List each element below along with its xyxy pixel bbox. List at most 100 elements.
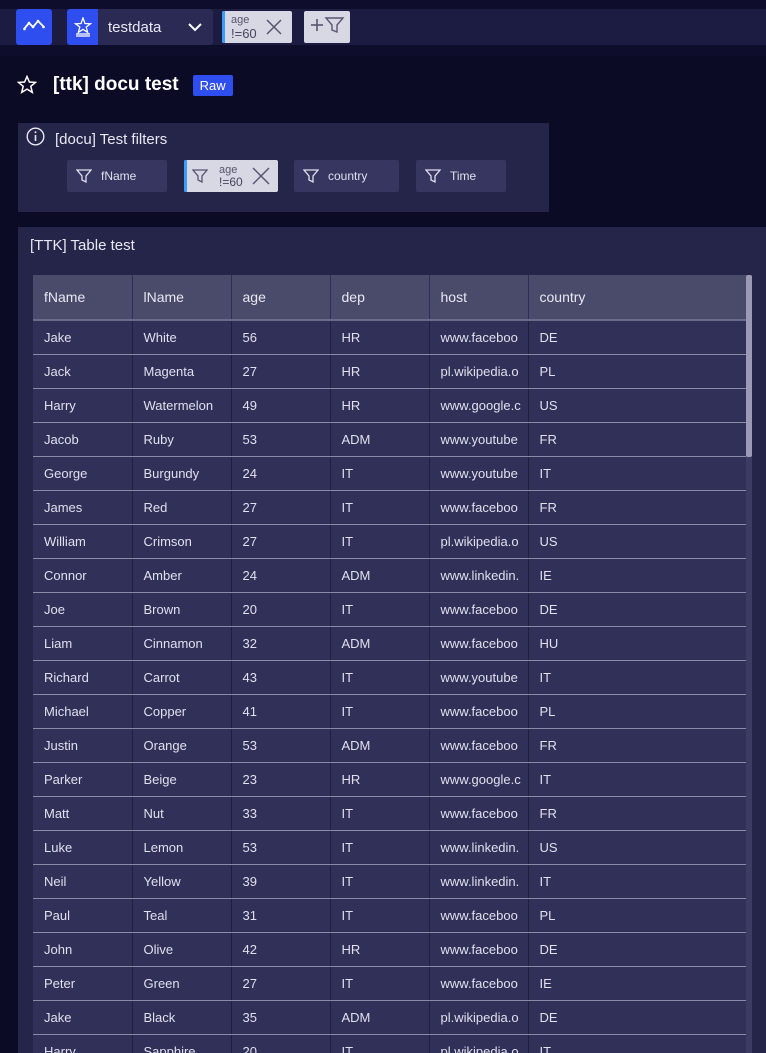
table-cell-lname: Crimson bbox=[132, 524, 232, 559]
table-cell-lname: Amber bbox=[132, 558, 232, 593]
table-row[interactable]: Liam Cinnamon 32 ADM www.faceboo HU bbox=[33, 626, 746, 661]
table-row[interactable]: Matt Nut 33 IT www.faceboo FR bbox=[33, 796, 746, 831]
filter-time[interactable]: Time bbox=[416, 160, 506, 192]
table-cell-lname: White bbox=[132, 320, 232, 355]
table-row[interactable]: George Burgundy 24 IT www.youtube IT bbox=[33, 456, 746, 491]
table-cell-fname: Joe bbox=[33, 592, 133, 627]
table-cell-age: 20 bbox=[231, 592, 331, 627]
filter-fname[interactable]: fName bbox=[67, 160, 167, 192]
table-cell-age: 27 bbox=[231, 524, 331, 559]
table-cell-age: 53 bbox=[231, 422, 331, 457]
filter-age-active[interactable]: age !=60 bbox=[184, 160, 278, 192]
table-cell-host: pl.wikipedia.o bbox=[429, 1000, 529, 1035]
table-cell-country: IT bbox=[528, 864, 746, 899]
column-header-fname[interactable]: fName bbox=[33, 275, 133, 321]
info-icon[interactable] bbox=[26, 127, 45, 151]
close-icon[interactable] bbox=[261, 19, 287, 35]
raw-badge[interactable]: Raw bbox=[192, 74, 233, 96]
table-cell-host: www.google.c bbox=[429, 388, 529, 423]
close-icon[interactable] bbox=[247, 167, 275, 185]
filter-icon bbox=[296, 168, 326, 184]
table-cell-host: www.faceboo bbox=[429, 320, 529, 355]
table-cell-fname: Jack bbox=[33, 354, 133, 389]
filter-label: country bbox=[328, 169, 368, 183]
table-row[interactable]: Justin Orange 53 ADM www.faceboo FR bbox=[33, 728, 746, 763]
add-filter-button[interactable] bbox=[304, 11, 350, 43]
filter-country[interactable]: country bbox=[294, 160, 399, 192]
table-row[interactable]: Harry Sapphire 20 IT pl.wikipedia.o IT bbox=[33, 1034, 746, 1053]
table-cell-host: www.linkedin. bbox=[429, 830, 529, 865]
data-table: fName lName age dep host country Jake White 56 H… bbox=[33, 275, 746, 1053]
table-cell-fname: Jake bbox=[33, 1000, 133, 1035]
table-cell-lname: Lemon bbox=[132, 830, 232, 865]
table-cell-host: www.linkedin. bbox=[429, 558, 529, 593]
table-cell-age: 56 bbox=[231, 320, 331, 355]
column-header-country[interactable]: country bbox=[528, 275, 746, 321]
datasource-select[interactable]: testdata bbox=[67, 9, 213, 45]
table-cell-fname: Luke bbox=[33, 830, 133, 865]
add-filter-icon bbox=[308, 15, 346, 40]
table-cell-host: www.youtube bbox=[429, 456, 529, 491]
table-row[interactable]: Jake Black 35 ADM pl.wikipedia.o DE bbox=[33, 1000, 746, 1035]
table-cell-dep: IT bbox=[330, 660, 430, 695]
active-filter-chip[interactable]: age !=60 bbox=[222, 11, 292, 43]
table-cell-dep: HR bbox=[330, 762, 430, 797]
table-row[interactable]: James Red 27 IT www.faceboo FR bbox=[33, 490, 746, 525]
column-header-dep[interactable]: dep bbox=[330, 275, 430, 321]
table-cell-host: www.faceboo bbox=[429, 728, 529, 763]
table-row[interactable]: Jacob Ruby 53 ADM www.youtube FR bbox=[33, 422, 746, 457]
table-cell-fname: Peter bbox=[33, 966, 133, 1001]
table-cell-country: HU bbox=[528, 626, 746, 661]
table-scrollbar[interactable] bbox=[746, 275, 752, 1053]
table-cell-host: www.faceboo bbox=[429, 694, 529, 729]
app-menu-button[interactable] bbox=[16, 9, 52, 45]
table-cell-country: PL bbox=[528, 694, 746, 729]
table-row[interactable]: William Crimson 27 IT pl.wikipedia.o US bbox=[33, 524, 746, 559]
table-cell-fname: Connor bbox=[33, 558, 133, 593]
page-title: [ttk] docu test bbox=[53, 74, 179, 95]
table-cell-lname: Copper bbox=[132, 694, 232, 729]
table-cell-age: 42 bbox=[231, 932, 331, 967]
table-body: Jake White 56 HR www.faceboo DE Jack Magenta 27 H… bbox=[33, 320, 746, 1053]
table-header-row: fName lName age dep host country bbox=[33, 275, 746, 321]
table-cell-dep: HR bbox=[330, 320, 430, 355]
table-cell-country: PL bbox=[528, 354, 746, 389]
table-row[interactable]: Parker Beige 23 HR www.google.c IT bbox=[33, 762, 746, 797]
table-cell-host: www.youtube bbox=[429, 660, 529, 695]
table-row[interactable]: John Olive 42 HR www.faceboo DE bbox=[33, 932, 746, 967]
datasource-label: testdata bbox=[108, 18, 162, 36]
column-header-lname[interactable]: lName bbox=[132, 275, 232, 321]
chevron-down-icon[interactable] bbox=[177, 22, 213, 32]
table-cell-country: FR bbox=[528, 796, 746, 831]
table-cell-host: pl.wikipedia.o bbox=[429, 354, 529, 389]
table-cell-fname: Richard bbox=[33, 660, 133, 695]
star-icon[interactable] bbox=[16, 74, 38, 96]
table-row[interactable]: Jake White 56 HR www.faceboo DE bbox=[33, 320, 746, 355]
table-cell-country: DE bbox=[528, 1000, 746, 1035]
table-cell-fname: Justin bbox=[33, 728, 133, 763]
column-header-host[interactable]: host bbox=[429, 275, 529, 321]
table-row[interactable]: Joe Brown 20 IT www.faceboo DE bbox=[33, 592, 746, 627]
filter-icon bbox=[187, 168, 213, 184]
table-row[interactable]: Neil Yellow 39 IT www.linkedin. IT bbox=[33, 864, 746, 899]
column-header-age[interactable]: age bbox=[231, 275, 331, 321]
table-row[interactable]: Richard Carrot 43 IT www.youtube IT bbox=[33, 660, 746, 695]
table-cell-lname: Teal bbox=[132, 898, 232, 933]
table-cell-host: www.faceboo bbox=[429, 898, 529, 933]
table-cell-dep: HR bbox=[330, 354, 430, 389]
table-row[interactable]: Jack Magenta 27 HR pl.wikipedia.o PL bbox=[33, 354, 746, 389]
table-cell-fname: Paul bbox=[33, 898, 133, 933]
table-row[interactable]: Paul Teal 31 IT www.faceboo PL bbox=[33, 898, 746, 933]
scrollbar-thumb[interactable] bbox=[746, 275, 752, 457]
table-cell-country: IT bbox=[528, 456, 746, 491]
table-cell-dep: IT bbox=[330, 524, 430, 559]
table-row[interactable]: Michael Copper 41 IT www.faceboo PL bbox=[33, 694, 746, 729]
table-cell-lname: Green bbox=[132, 966, 232, 1001]
table-cell-host: www.youtube bbox=[429, 422, 529, 457]
table-panel: [TTK] Table test fName lName age dep host cou… bbox=[18, 227, 766, 1053]
table-row[interactable]: Peter Green 27 IT www.faceboo IE bbox=[33, 966, 746, 1001]
table-row[interactable]: Connor Amber 24 ADM www.linkedin. IE bbox=[33, 558, 746, 593]
table-row[interactable]: Luke Lemon 53 IT www.linkedin. US bbox=[33, 830, 746, 865]
table-row[interactable]: Harry Watermelon 49 HR www.google.c US bbox=[33, 388, 746, 423]
filter-icon bbox=[418, 168, 448, 184]
